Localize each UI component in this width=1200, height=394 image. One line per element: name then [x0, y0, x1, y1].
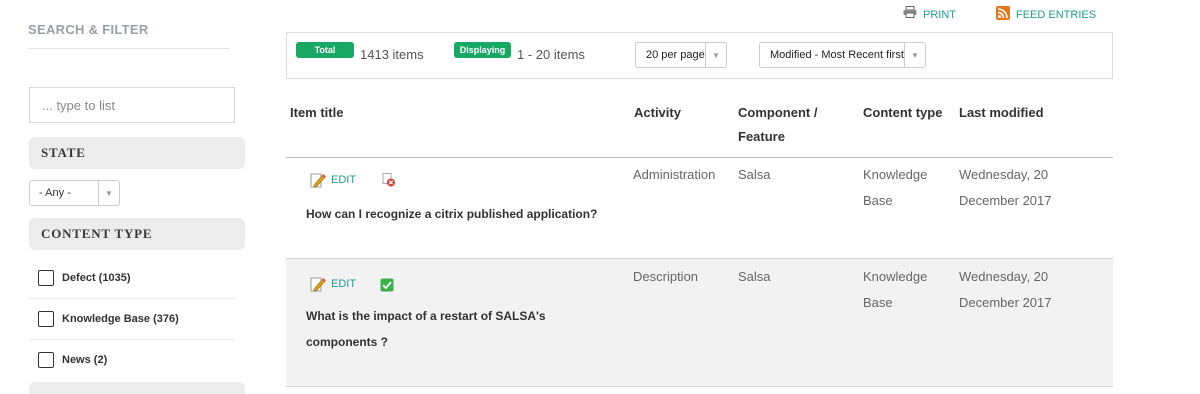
item-title-link[interactable]: How can I recognize a citrix published a… — [306, 201, 597, 227]
column-header-component-line1: Component / — [738, 105, 818, 120]
unpublished-icon — [382, 173, 396, 187]
rss-feed-icon — [996, 6, 1010, 20]
total-count: 1413 items — [360, 47, 424, 62]
cell-last-modified: Wednesday, 20 December 2017 — [959, 162, 1052, 214]
chevron-down-icon: ▼ — [904, 43, 925, 67]
filter-defect[interactable]: Defect (1035) — [38, 270, 130, 286]
sidebar: SEARCH & FILTER STATE - Any - ▼ CONTENT … — [18, 0, 248, 394]
cell-last-modified-line2: December 2017 — [959, 193, 1052, 208]
results-summary: Total 1413 items Displaying 1 - 20 items… — [286, 32, 1113, 79]
filter-label: News (2) — [62, 354, 108, 366]
total-badge: Total — [296, 42, 354, 58]
edit-pencil-icon — [310, 276, 326, 292]
cell-last-modified: Wednesday, 20 December 2017 — [959, 264, 1052, 316]
cell-content-type-line2: Base — [863, 193, 893, 208]
feed-label: FEED ENTRIES — [1016, 9, 1097, 21]
cell-content-type: Knowledge Base — [863, 162, 927, 214]
displaying-range: 1 - 20 items — [517, 47, 585, 62]
content-type-heading[interactable]: CONTENT TYPE — [29, 218, 245, 250]
column-header-last-modified[interactable]: Last modified — [959, 101, 1044, 125]
cell-content-type: Knowledge Base — [863, 264, 927, 316]
print-label: PRINT — [923, 9, 956, 21]
filter-news[interactable]: News (2) — [38, 352, 107, 368]
cell-last-modified-line1: Wednesday, 20 — [959, 167, 1049, 182]
edit-link[interactable]: EDIT — [310, 172, 356, 188]
per-page-value: 20 per page — [646, 49, 705, 61]
search-input[interactable] — [30, 88, 234, 122]
item-title-link[interactable]: What is the impact of a restart of SALSA… — [306, 303, 546, 355]
edit-label: EDIT — [331, 174, 357, 186]
next-filter-heading[interactable] — [29, 382, 245, 394]
item-title-line2: components ? — [306, 335, 389, 349]
column-header-activity[interactable]: Activity — [634, 101, 681, 125]
filter-label: Defect (1035) — [62, 272, 131, 284]
cell-last-modified-line1: Wednesday, 20 — [959, 269, 1049, 284]
chevron-down-icon: ▼ — [705, 43, 726, 67]
sort-select[interactable]: Modified - Most Recent first ▼ — [759, 42, 926, 68]
column-header-component-line2: Feature — [738, 129, 785, 144]
displaying-badge: Displaying — [454, 42, 511, 58]
printer-icon — [903, 6, 917, 18]
column-header-title[interactable]: Item title — [290, 101, 343, 125]
sort-value: Modified - Most Recent first — [770, 49, 904, 61]
feed-entries-link[interactable]: FEED ENTRIES — [996, 6, 1097, 21]
checkbox[interactable] — [38, 352, 54, 368]
column-header-content-type[interactable]: Content type — [863, 101, 942, 125]
filter-divider — [29, 339, 235, 340]
filter-knowledge-base[interactable]: Knowledge Base (376) — [38, 311, 179, 327]
state-select[interactable]: - Any - ▼ — [29, 180, 120, 206]
cell-content-type-line1: Knowledge — [863, 269, 928, 284]
edit-link[interactable]: EDIT — [310, 276, 356, 292]
column-header-component[interactable]: Component / Feature — [738, 101, 817, 149]
cell-activity: Description — [633, 269, 699, 284]
published-check-icon — [380, 278, 394, 292]
filter-label: Knowledge Base (376) — [62, 313, 179, 325]
item-title-line1: What is the impact of a restart of SALSA… — [306, 309, 546, 323]
cell-content-type-line2: Base — [863, 295, 893, 310]
cell-content-type-line1: Knowledge — [863, 167, 928, 182]
state-select-value: - Any - — [39, 187, 71, 199]
cell-activity: Administration — [633, 167, 716, 182]
cell-component: Salsa — [738, 167, 771, 182]
print-link[interactable]: PRINT — [903, 6, 956, 21]
chevron-down-icon: ▼ — [98, 181, 119, 205]
edit-pencil-icon — [310, 172, 326, 188]
sidebar-title: SEARCH & FILTER — [28, 22, 149, 37]
checkbox[interactable] — [38, 270, 54, 286]
edit-label: EDIT — [331, 278, 357, 290]
row-divider — [286, 386, 1113, 387]
per-page-select[interactable]: 20 per page ▼ — [635, 42, 727, 68]
sidebar-divider — [28, 48, 230, 49]
filter-divider — [29, 298, 235, 299]
search-box — [29, 87, 235, 123]
checkbox[interactable] — [38, 311, 54, 327]
cell-last-modified-line2: December 2017 — [959, 295, 1052, 310]
cell-component: Salsa — [738, 269, 771, 284]
state-heading[interactable]: STATE — [29, 137, 245, 169]
